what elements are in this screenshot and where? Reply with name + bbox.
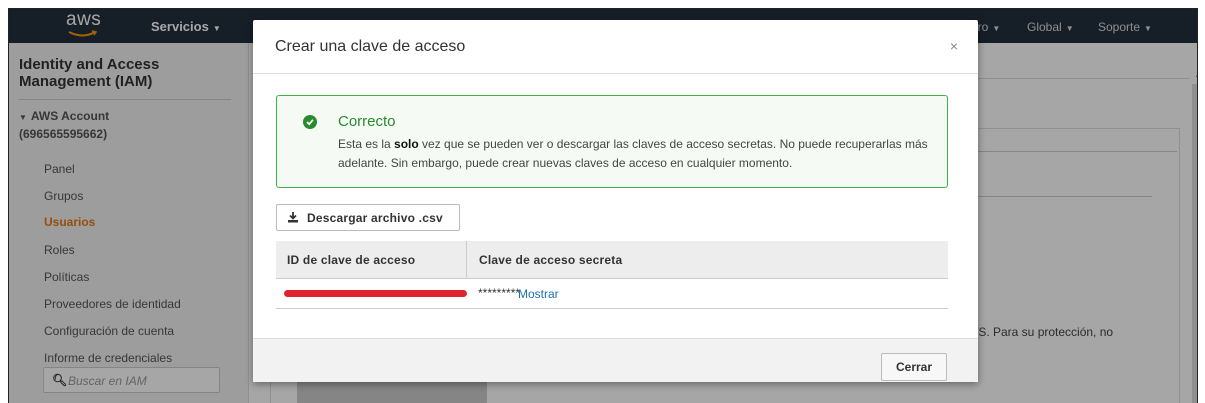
alert-message-end: vez que se pueden ver o descargar las cl… — [338, 137, 928, 170]
success-alert: Correcto Esta es la solo vez que se pued… — [276, 95, 948, 188]
masked-secret-key: ********* — [478, 286, 521, 300]
show-secret-link[interactable]: Mostrar — [518, 287, 559, 301]
download-icon — [288, 212, 298, 223]
create-access-key-dialog: Crear una clave de acceso × Correcto Est… — [253, 20, 978, 382]
dialog-title: Crear una clave de acceso — [275, 38, 466, 55]
dialog-header: Crear una clave de acceso × — [253, 20, 978, 74]
column-header-key-id: ID de clave de acceso — [287, 253, 416, 267]
alert-message-bold: solo — [394, 137, 419, 151]
redacted-access-key-id — [284, 290, 467, 297]
close-icon[interactable]: × — [950, 38, 958, 54]
column-header-secret-key: Clave de acceso secreta — [479, 253, 623, 267]
download-csv-button[interactable]: Descargar archivo .csv — [276, 204, 460, 231]
dialog-footer: Cerrar — [253, 338, 978, 382]
check-circle-icon — [303, 115, 317, 129]
download-csv-label: Descargar archivo .csv — [307, 211, 443, 225]
alert-message: Esta es la solo vez que se pueden ver o … — [338, 135, 938, 173]
table-row: ********* Mostrar — [276, 279, 948, 309]
close-button[interactable]: Cerrar — [881, 353, 947, 381]
column-divider — [466, 241, 467, 279]
alert-message-start: Esta es la — [338, 137, 395, 151]
table-header: ID de clave de acceso Clave de acceso se… — [276, 241, 948, 279]
alert-title: Correcto — [338, 113, 396, 130]
browser-frame: aws Servicios ▼ oro ▼ Global ▼ Soporte ▼ Ide… — [8, 8, 1198, 403]
